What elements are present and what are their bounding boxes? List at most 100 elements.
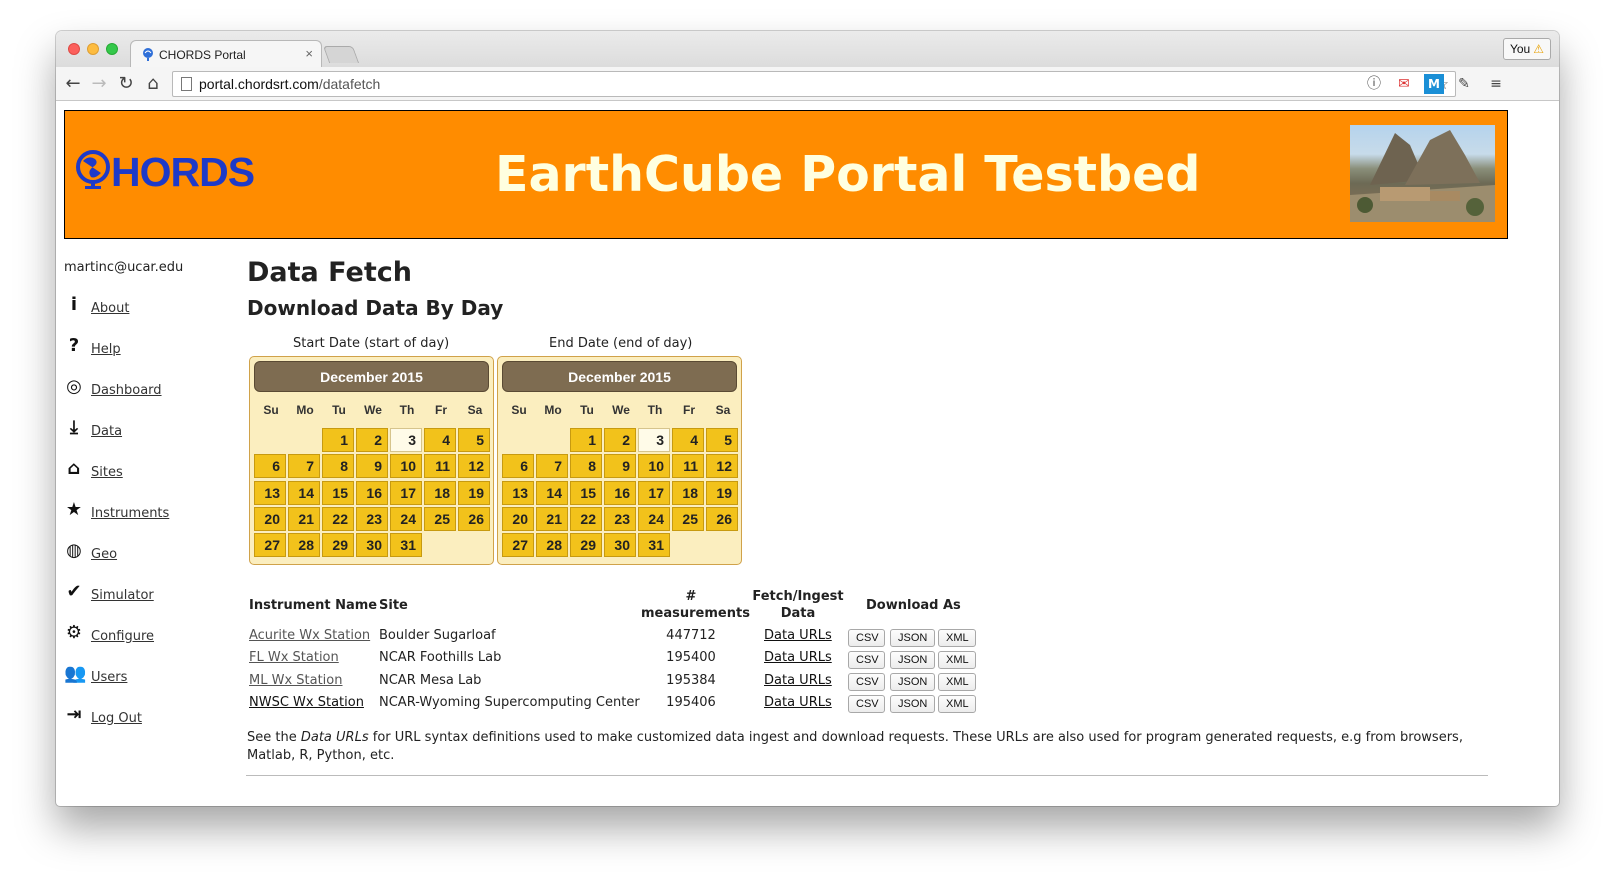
start-calendar-day-cell[interactable]: 29 bbox=[322, 533, 354, 558]
sidebar-item-label[interactable]: Geo bbox=[91, 547, 117, 562]
download-csv-button[interactable]: CSV bbox=[848, 650, 885, 669]
sidebar-item-label[interactable]: Data bbox=[91, 424, 122, 439]
end-calendar-day-cell[interactable]: 15 bbox=[570, 480, 602, 505]
instrument-name-link[interactable]: ML Wx Station bbox=[249, 673, 343, 688]
sidebar-item-label[interactable]: Configure bbox=[91, 629, 154, 644]
end-calendar-day-cell[interactable]: 17 bbox=[638, 480, 670, 505]
profile-button[interactable]: You ⚠ bbox=[1502, 38, 1551, 60]
start-calendar-day-cell[interactable]: 25 bbox=[424, 506, 456, 531]
start-calendar-day-cell[interactable]: 5 bbox=[458, 428, 490, 452]
end-calendar-day-cell[interactable]: 11 bbox=[672, 454, 704, 479]
sidebar-item-simulator[interactable]: ✔ Simulator bbox=[64, 582, 214, 610]
end-calendar-day-cell[interactable]: 31 bbox=[638, 533, 670, 558]
start-calendar-day-cell[interactable]: 21 bbox=[288, 506, 320, 531]
end-calendar-day-cell[interactable]: 7 bbox=[536, 454, 568, 479]
start-calendar-day-cell[interactable]: 26 bbox=[458, 506, 490, 531]
start-calendar-day-cell[interactable]: 7 bbox=[288, 454, 320, 479]
start-calendar-day-cell[interactable]: 23 bbox=[356, 506, 388, 531]
start-calendar-day-cell[interactable]: 13 bbox=[254, 480, 286, 505]
data-urls-link[interactable]: Data URLs bbox=[764, 650, 832, 665]
instrument-name-link[interactable]: Acurite Wx Station bbox=[249, 628, 370, 643]
end-calendar-day-cell[interactable]: 13 bbox=[502, 480, 534, 505]
instrument-name-link[interactable]: NWSC Wx Station bbox=[249, 695, 364, 710]
end-calendar-day-cell[interactable]: 3 bbox=[638, 428, 670, 452]
minimize-window-button[interactable] bbox=[87, 43, 99, 55]
start-calendar-day-cell[interactable]: 14 bbox=[288, 480, 320, 505]
start-calendar-day-cell[interactable]: 24 bbox=[390, 506, 422, 531]
end-calendar-day-cell[interactable]: 16 bbox=[604, 480, 636, 505]
start-calendar-day-cell[interactable]: 17 bbox=[390, 480, 422, 505]
download-xml-button[interactable]: XML bbox=[938, 650, 976, 669]
sidebar-item-label[interactable]: Help bbox=[91, 342, 121, 357]
data-urls-link[interactable]: Data URLs bbox=[764, 628, 832, 643]
end-calendar-day-cell[interactable]: 25 bbox=[672, 506, 704, 531]
start-calendar-day-cell[interactable]: 12 bbox=[458, 454, 490, 479]
start-calendar-day-cell[interactable]: 16 bbox=[356, 480, 388, 505]
end-calendar-day-cell[interactable]: 5 bbox=[706, 428, 738, 452]
end-calendar-day-cell[interactable]: 20 bbox=[502, 506, 534, 531]
download-json-button[interactable]: JSON bbox=[890, 650, 935, 669]
end-calendar-month-header[interactable]: December 2015 bbox=[502, 361, 737, 392]
end-calendar-day-cell[interactable]: 23 bbox=[604, 506, 636, 531]
forward-icon[interactable]: → bbox=[88, 73, 110, 95]
download-xml-button[interactable]: XML bbox=[938, 673, 976, 692]
sidebar-item-geo[interactable]: ◍ Geo bbox=[64, 541, 214, 569]
download-json-button[interactable]: JSON bbox=[890, 628, 935, 647]
close-window-button[interactable] bbox=[68, 43, 80, 55]
start-calendar-day-cell[interactable]: 20 bbox=[254, 506, 286, 531]
end-calendar-day-cell[interactable]: 4 bbox=[672, 428, 704, 452]
reload-icon[interactable]: ↻ bbox=[115, 73, 137, 95]
back-icon[interactable]: ← bbox=[62, 73, 84, 95]
end-calendar-day-cell[interactable]: 6 bbox=[502, 454, 534, 479]
start-calendar-day-cell[interactable]: 8 bbox=[322, 454, 354, 479]
home-icon[interactable]: ⌂ bbox=[142, 73, 164, 95]
start-calendar-day-cell[interactable]: 15 bbox=[322, 480, 354, 505]
start-calendar-day-cell[interactable]: 10 bbox=[390, 454, 422, 479]
start-calendar-day-cell[interactable]: 3 bbox=[390, 428, 422, 452]
end-calendar-day-cell[interactable]: 14 bbox=[536, 480, 568, 505]
browser-tab[interactable]: CHORDS Portal × bbox=[130, 40, 322, 68]
sidebar-item-data[interactable]: ⤓ Data bbox=[64, 418, 214, 446]
sidebar-item-label[interactable]: Dashboard bbox=[91, 383, 162, 398]
end-calendar-day-cell[interactable]: 1 bbox=[570, 428, 602, 452]
zoom-window-button[interactable] bbox=[106, 43, 118, 55]
start-calendar-day-cell[interactable]: 6 bbox=[254, 454, 286, 479]
address-bar[interactable]: portal.chordsrt.com/datafetch ☆ bbox=[172, 71, 1456, 97]
start-calendar-day-cell[interactable]: 19 bbox=[458, 480, 490, 505]
download-xml-button[interactable]: XML bbox=[938, 695, 976, 714]
m-extension-icon[interactable]: M bbox=[1424, 74, 1444, 94]
start-calendar-day-cell[interactable]: 22 bbox=[322, 506, 354, 531]
start-calendar-month-header[interactable]: December 2015 bbox=[254, 361, 489, 392]
sidebar-item-label[interactable]: Users bbox=[91, 670, 127, 685]
download-xml-button[interactable]: XML bbox=[938, 628, 976, 647]
sidebar-item-dashboard[interactable]: ◎ Dashboard bbox=[64, 377, 214, 405]
end-calendar-day-cell[interactable]: 24 bbox=[638, 506, 670, 531]
sidebar-item-label[interactable]: Sites bbox=[91, 465, 123, 480]
download-csv-button[interactable]: CSV bbox=[848, 628, 885, 647]
end-calendar-day-cell[interactable]: 27 bbox=[502, 533, 534, 558]
end-calendar-day-cell[interactable]: 22 bbox=[570, 506, 602, 531]
sidebar-item-label[interactable]: About bbox=[91, 301, 129, 316]
end-calendar-day-cell[interactable]: 18 bbox=[672, 480, 704, 505]
instrument-name-link[interactable]: FL Wx Station bbox=[249, 650, 339, 665]
sidebar-item-instruments[interactable]: ★ Instruments bbox=[64, 500, 214, 528]
eyedropper-extension-icon[interactable]: ✎ bbox=[1454, 74, 1474, 94]
end-calendar-day-cell[interactable]: 30 bbox=[604, 533, 636, 558]
download-csv-button[interactable]: CSV bbox=[848, 673, 885, 692]
chords-logo[interactable]: HORDS bbox=[75, 149, 255, 196]
start-calendar-day-cell[interactable]: 30 bbox=[356, 533, 388, 558]
end-calendar-day-cell[interactable]: 21 bbox=[536, 506, 568, 531]
end-calendar-day-cell[interactable]: 26 bbox=[706, 506, 738, 531]
tab-close-icon[interactable]: × bbox=[305, 46, 313, 61]
end-calendar-day-cell[interactable]: 29 bbox=[570, 533, 602, 558]
start-calendar-day-cell[interactable]: 18 bbox=[424, 480, 456, 505]
data-urls-link[interactable]: Data URLs bbox=[764, 695, 832, 710]
download-csv-button[interactable]: CSV bbox=[848, 695, 885, 714]
end-calendar-day-cell[interactable]: 10 bbox=[638, 454, 670, 479]
start-calendar-day-cell[interactable]: 27 bbox=[254, 533, 286, 558]
data-urls-link[interactable]: Data URLs bbox=[764, 673, 832, 688]
sidebar-item-label[interactable]: Instruments bbox=[91, 506, 169, 521]
start-calendar-day-cell[interactable]: 11 bbox=[424, 454, 456, 479]
sidebar-item-users[interactable]: 👥 Users bbox=[64, 664, 214, 692]
end-calendar-day-cell[interactable]: 9 bbox=[604, 454, 636, 479]
